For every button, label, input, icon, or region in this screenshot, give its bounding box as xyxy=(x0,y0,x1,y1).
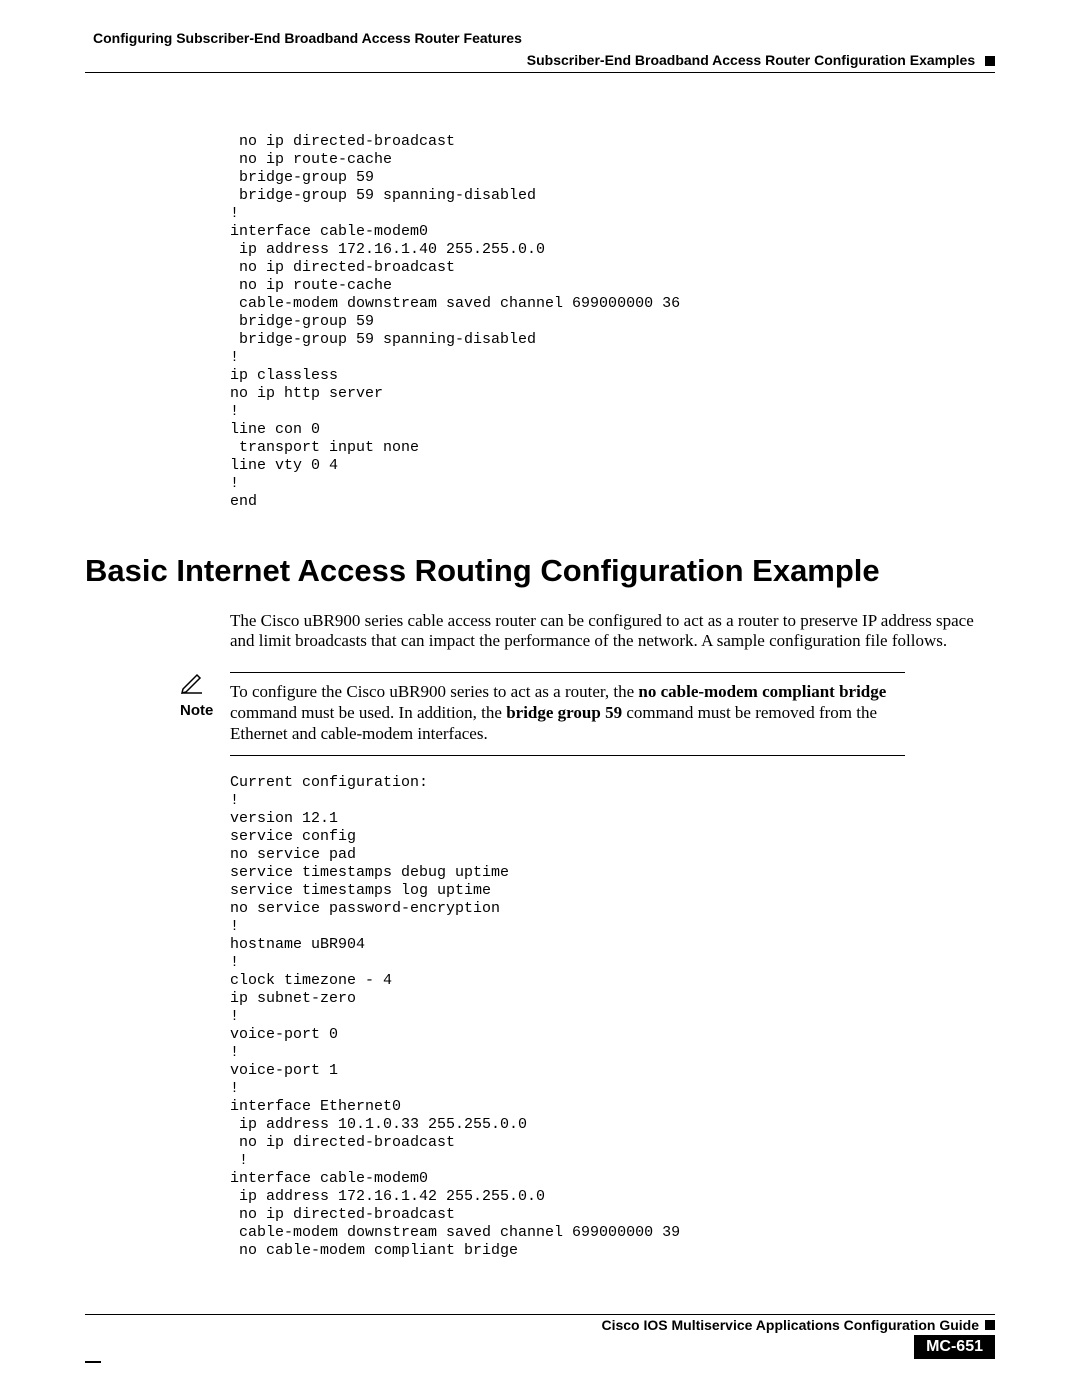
page-footer: Cisco IOS Multiservice Applications Conf… xyxy=(85,1314,995,1359)
note-bold-1: no cable-modem compliant bridge xyxy=(638,682,886,701)
header-chapter-title: Configuring Subscriber-End Broadband Acc… xyxy=(93,30,995,46)
footer-rule: Cisco IOS Multiservice Applications Conf… xyxy=(85,1314,995,1333)
note-text-1: To configure the Cisco uBR900 series to … xyxy=(230,682,638,701)
note-body: To configure the Cisco uBR900 series to … xyxy=(230,672,905,756)
note-block: Note To configure the Cisco uBR900 serie… xyxy=(180,672,995,756)
footer-guide-title: Cisco IOS Multiservice Applications Conf… xyxy=(601,1317,979,1333)
header-section-title: Subscriber-End Broadband Access Router C… xyxy=(85,52,995,68)
footer-left-tick xyxy=(85,1361,101,1363)
section-heading: Basic Internet Access Routing Configurat… xyxy=(85,553,995,589)
header-section-text: Subscriber-End Broadband Access Router C… xyxy=(527,52,975,68)
footer-marker-icon xyxy=(985,1320,995,1330)
config-code-block-2: Current configuration: ! version 12.1 se… xyxy=(230,774,995,1260)
page: Configuring Subscriber-End Broadband Acc… xyxy=(0,0,1080,1397)
page-header: Configuring Subscriber-End Broadband Acc… xyxy=(85,30,995,73)
config-code-block-1: no ip directed-broadcast no ip route-cac… xyxy=(230,133,995,511)
note-icon-column: Note xyxy=(180,672,230,719)
intro-paragraph: The Cisco uBR900 series cable access rou… xyxy=(230,611,995,652)
note-label: Note xyxy=(180,702,230,719)
footer-page-row: MC-651 xyxy=(85,1335,995,1359)
note-text-2: command must be used. In addition, the xyxy=(230,703,506,722)
page-number: MC-651 xyxy=(914,1335,995,1359)
header-marker-icon xyxy=(985,56,995,66)
note-bold-2: bridge group 59 xyxy=(506,703,622,722)
pencil-icon xyxy=(180,672,230,698)
